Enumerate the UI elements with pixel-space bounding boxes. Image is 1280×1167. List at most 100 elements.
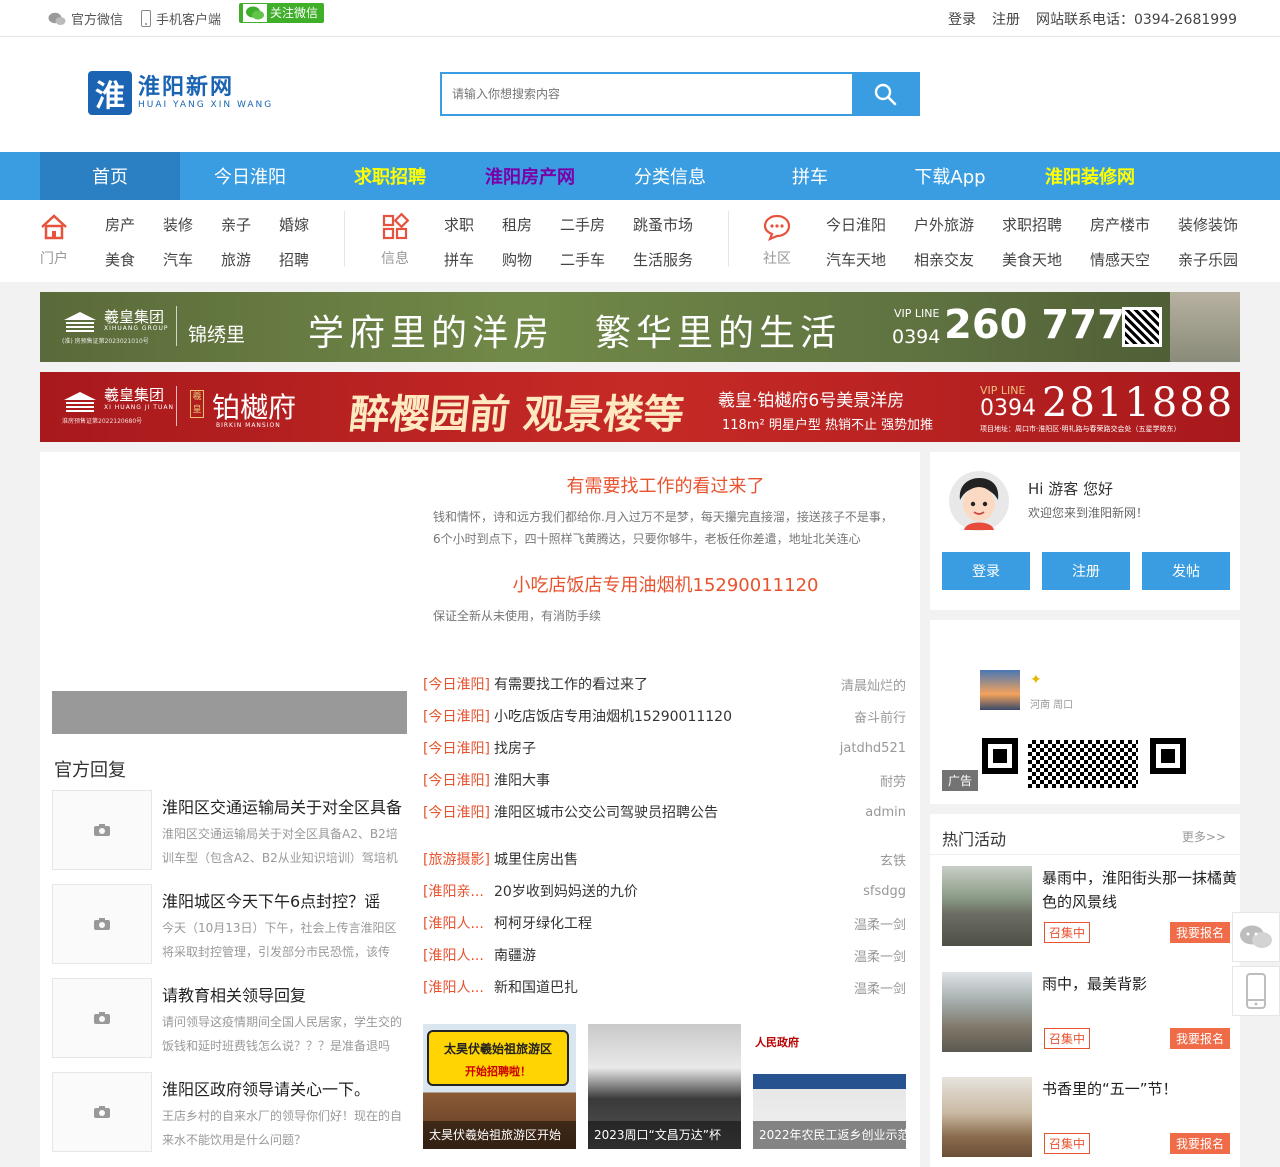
activity-title[interactable]: 雨中，最美背影 — [1042, 972, 1237, 996]
official-title[interactable]: 请教育相关领导回复 — [162, 982, 407, 1006]
nav-download-app[interactable]: 下载App — [880, 152, 1020, 200]
official-title[interactable]: 淮阳城区今天下午6点封控？谣 — [162, 888, 407, 912]
news-title[interactable]: 小吃店饭店专用油烟机15290011120 — [494, 706, 854, 726]
search-button[interactable] — [852, 74, 918, 114]
news-tag[interactable]: [旅游摄影] — [423, 849, 494, 869]
news-title[interactable]: 淮阳大事 — [494, 770, 880, 790]
nav-carpool[interactable]: 拼车 — [740, 152, 880, 200]
site-logo[interactable]: 淮 淮阳新网 HUAI YANG XIN WANG — [88, 71, 273, 115]
ad-banner-boyuefu[interactable]: 羲皇集团 XI HUANG JI TUAN 淮房预售证第2022120680号 … — [40, 372, 1240, 442]
search-input[interactable] — [442, 74, 852, 114]
news-tag[interactable]: [今日淮阳] — [423, 674, 494, 694]
news-tag[interactable]: [淮阳人... — [423, 913, 494, 933]
subnav-link[interactable]: 汽车 — [163, 249, 221, 270]
portal-group[interactable]: 门户 — [37, 212, 71, 268]
news-title[interactable]: 南疆游 — [494, 945, 854, 965]
subnav-link[interactable]: 亲子 — [221, 214, 279, 235]
info-group[interactable]: 信息 — [378, 212, 412, 268]
subnav-link[interactable]: 汽车天地 — [826, 249, 914, 270]
news-tag[interactable]: [今日淮阳] — [423, 706, 494, 726]
nav-real-estate[interactable]: 淮阳房产网 — [460, 152, 600, 200]
subnav-link[interactable]: 房产 — [105, 214, 163, 235]
news-tag[interactable]: [今日淮阳] — [423, 738, 494, 758]
subnav-link[interactable]: 美食天地 — [1002, 249, 1090, 270]
subnav-link[interactable]: 美食 — [105, 249, 163, 270]
subnav-link[interactable]: 二手车 — [560, 249, 633, 270]
activity-item[interactable]: 雨中，最美背影 召集中 我要报名 — [942, 972, 1232, 1062]
subnav-link[interactable]: 求职 — [444, 214, 502, 235]
news-tag[interactable]: [今日淮阳] — [423, 770, 494, 790]
subnav-link[interactable]: 装修装饰 — [1178, 214, 1258, 235]
headline-title[interactable]: 小吃店饭店专用油烟机15290011120 — [423, 571, 908, 597]
signup-button[interactable]: 我要报名 — [1169, 922, 1230, 943]
login-link[interactable]: 登录 — [948, 9, 976, 29]
news-title[interactable]: 城里住房出售 — [494, 849, 880, 869]
official-item[interactable]: 淮阳城区今天下午6点封控？谣 今天（10月13日）下午，社会上传言淮阳区将采取封… — [52, 884, 407, 964]
register-link[interactable]: 注册 — [992, 9, 1020, 29]
news-title[interactable]: 有需要找工作的看过来了 — [494, 674, 841, 694]
news-tag[interactable]: [淮阳人... — [423, 977, 494, 997]
headline-title[interactable]: 有需要找工作的看过来了 — [423, 472, 908, 498]
news-tag[interactable]: [淮阳亲... — [423, 881, 494, 901]
subnav-link[interactable]: 今日淮阳 — [826, 214, 914, 235]
list-item[interactable]: [今日淮阳] 淮阳大事 耐劳 — [423, 764, 906, 796]
subnav-link[interactable]: 二手房 — [560, 214, 633, 235]
mobile-client-link[interactable]: 手机客户端 — [141, 9, 221, 28]
official-title[interactable]: 淮阳区交通运输局关于对全区具备 — [162, 794, 407, 818]
subnav-link[interactable]: 户外旅游 — [914, 214, 1002, 235]
photo-card[interactable]: 人民政府 2022年农民工返乡创业示范区 逐梦创业！河南省人民政 — [753, 1024, 906, 1149]
subnav-link[interactable]: 跳蚤市场 — [633, 214, 713, 235]
news-title[interactable]: 找房子 — [494, 738, 840, 758]
official-item[interactable]: 请教育相关领导回复 请问领导这疫情期间全国人民居家，学生交的饭钱和延时班费钱怎么… — [52, 978, 407, 1058]
subnav-link[interactable]: 亲子乐园 — [1178, 249, 1258, 270]
list-item[interactable]: [淮阳人... 柯柯牙绿化工程 温柔一剑 — [423, 907, 906, 939]
news-title[interactable]: 20岁收到妈妈送的九价 — [494, 881, 863, 901]
activity-title[interactable]: 书香里的“五一”节！ — [1042, 1077, 1237, 1101]
subnav-link[interactable]: 求职招聘 — [1002, 214, 1090, 235]
list-item[interactable]: [旅游摄影] 城里住房出售 玄铁 — [423, 843, 906, 875]
ad-banner-jinxiuli[interactable]: 羲皇集团 XIHUANG GROUP (淮) 房预售证第2023021010号 … — [40, 292, 1240, 362]
nav-jobs[interactable]: 求职招聘 — [320, 152, 460, 200]
list-item[interactable]: [今日淮阳] 淮阳区城市公交公司驾驶员招聘公告 admin — [423, 796, 906, 828]
signup-button[interactable]: 我要报名 — [1169, 1028, 1230, 1049]
official-title[interactable]: 淮阳区政府领导请关心一下。 — [162, 1076, 407, 1100]
subnav-link[interactable]: 招聘 — [279, 249, 337, 270]
list-item[interactable]: [淮阳人... 南疆游 温柔一剑 — [423, 939, 906, 971]
post-button[interactable]: 发帖 — [1142, 552, 1230, 590]
activity-item[interactable]: 书香里的“五一”节！ 召集中 我要报名 — [942, 1077, 1232, 1167]
subnav-link[interactable]: 情感天空 — [1090, 249, 1178, 270]
list-item[interactable]: [今日淮阳] 有需要找工作的看过来了 清晨灿烂的 — [423, 668, 906, 700]
list-item[interactable]: [淮阳人... 新和国道巴扎 温柔一剑 — [423, 971, 906, 1003]
official-item[interactable]: 淮阳区政府领导请关心一下。 王店乡村的自来水厂的领导你们好！现在的自来水不能饮用… — [52, 1072, 407, 1152]
nav-decoration[interactable]: 淮阳装修网 — [1020, 152, 1160, 200]
subnav-link[interactable]: 相亲交友 — [914, 249, 1002, 270]
list-item[interactable]: [今日淮阳] 找房子 jatdhd521 — [423, 732, 906, 764]
subnav-link[interactable]: 拼车 — [444, 249, 502, 270]
official-item[interactable]: 淮阳区交通运输局关于对全区具备 淮阳区交通运输局关于对全区具备A2、B2培训车型… — [52, 790, 407, 870]
side-ad[interactable]: ✦ 河南 周口 广告 — [930, 620, 1240, 804]
subnav-link[interactable]: 旅游 — [221, 249, 279, 270]
nav-today-huaiyang[interactable]: 今日淮阳 — [180, 152, 320, 200]
list-item[interactable]: [淮阳亲... 20岁收到妈妈送的九价 sfsdgg — [423, 875, 906, 907]
news-title[interactable]: 柯柯牙绿化工程 — [494, 913, 854, 933]
photo-card[interactable]: 太昊伏羲始祖旅游区 开始招聘啦！ 太昊伏羲始祖旅游区开始 — [423, 1024, 576, 1149]
community-group[interactable]: 社区 — [760, 212, 794, 268]
signup-button[interactable]: 我要报名 — [1169, 1133, 1230, 1154]
subnav-link[interactable]: 房产楼市 — [1090, 214, 1178, 235]
login-button[interactable]: 登录 — [942, 552, 1030, 590]
activity-title[interactable]: 暴雨中，淮阳街头那一抹橘黄色的风景线 — [1042, 866, 1237, 914]
follow-wechat-button[interactable]: 关注微信 — [239, 2, 325, 23]
news-title[interactable]: 新和国道巴扎 — [494, 977, 854, 997]
subnav-link[interactable]: 生活服务 — [633, 249, 713, 270]
register-button[interactable]: 注册 — [1042, 552, 1130, 590]
float-wechat-button[interactable] — [1232, 912, 1280, 962]
news-title[interactable]: 淮阳区城市公交公司驾驶员招聘公告 — [494, 802, 865, 822]
activity-item[interactable]: 暴雨中，淮阳街头那一抹橘黄色的风景线 召集中 我要报名 — [942, 866, 1237, 956]
more-link[interactable]: 更多>> — [1182, 828, 1226, 845]
subnav-link[interactable]: 婚嫁 — [279, 214, 337, 235]
wechat-link[interactable]: 官方微信 — [48, 9, 123, 28]
photo-card[interactable]: 2023周口“文昌万达”杯 — [588, 1024, 741, 1149]
news-tag[interactable]: [今日淮阳] — [423, 802, 494, 822]
nav-home[interactable]: 首页 — [40, 152, 180, 200]
subnav-link[interactable]: 租房 — [502, 214, 560, 235]
